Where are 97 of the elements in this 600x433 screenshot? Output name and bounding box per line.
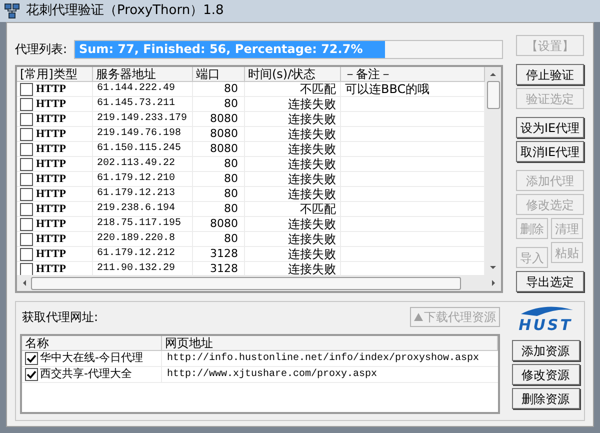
table-cell: 211.90.132.29 bbox=[97, 263, 176, 274]
scroll-thumb[interactable] bbox=[486, 81, 500, 109]
table-cell: 连接失败 bbox=[288, 247, 336, 261]
table-cell: 8080 bbox=[210, 142, 238, 155]
table-cell: 连接失败 bbox=[288, 127, 336, 141]
up-triangle-icon bbox=[414, 313, 424, 321]
table-cell: 连接失败 bbox=[288, 262, 336, 276]
source-label: 获取代理网址: bbox=[22, 309, 98, 326]
table-cell: HTTP bbox=[36, 217, 66, 231]
source-button[interactable]: 修改资源 bbox=[512, 364, 580, 385]
checked-checkbox[interactable] bbox=[25, 352, 38, 365]
side-button[interactable]: 停止验证 bbox=[516, 64, 584, 85]
table-cell: 连接失败 bbox=[288, 217, 336, 231]
table-cell: 80 bbox=[224, 187, 238, 200]
checkbox[interactable] bbox=[20, 98, 33, 110]
table-cell: 连接失败 bbox=[288, 97, 336, 111]
column-header[interactable]: 端口 bbox=[193, 67, 245, 82]
table-cell: 连接失败 bbox=[288, 232, 336, 246]
horizontal-scrollbar[interactable] bbox=[17, 275, 501, 291]
table-cell: HTTP bbox=[36, 142, 66, 156]
table-cell: 连接失败 bbox=[288, 142, 336, 156]
checkbox[interactable] bbox=[20, 158, 33, 170]
table-cell: HTTP bbox=[36, 247, 66, 261]
side-button[interactable]: 设为IE代理 bbox=[516, 117, 584, 138]
checkbox[interactable] bbox=[20, 172, 33, 186]
checkbox[interactable] bbox=[20, 232, 33, 246]
table-cell: 61.145.73.211 bbox=[97, 98, 176, 109]
table-cell: HTTP bbox=[36, 127, 66, 141]
source-button[interactable]: 删除资源 bbox=[512, 388, 580, 409]
table-cell: HTTP bbox=[36, 97, 66, 111]
checkbox[interactable] bbox=[20, 262, 33, 276]
table-cell: HTTP bbox=[36, 112, 66, 126]
table-cell: 219.149.233.179 bbox=[97, 113, 188, 124]
table-cell: 连接失败 bbox=[288, 172, 336, 186]
table-cell: 61.144.222.49 bbox=[97, 83, 176, 94]
side-button[interactable]: 取消IE代理 bbox=[516, 141, 584, 162]
progress-text: Sum: 77, Finished: 56, Percentage: 72.7% bbox=[79, 40, 363, 58]
table-cell: 219.238.6.194 bbox=[97, 203, 176, 214]
logo: HUST bbox=[514, 304, 577, 336]
table-cell: 80 bbox=[224, 82, 238, 95]
table-cell: 202.113.49.22 bbox=[97, 158, 176, 169]
table-cell: HTTP bbox=[36, 82, 66, 96]
list-label: 代理列表: bbox=[15, 41, 68, 58]
table-cell: 61.150.115.245 bbox=[97, 143, 182, 154]
table-cell: 80 bbox=[224, 97, 238, 110]
table-cell: 可以连BBC的哦 bbox=[345, 82, 430, 96]
source-button[interactable]: 添加资源 bbox=[512, 340, 580, 361]
table-cell: 80 bbox=[224, 202, 238, 215]
window-title: 花刺代理验证（ProxyThorn）1.8 bbox=[26, 2, 224, 20]
table-cell-text: 华中大在线-今日代理 bbox=[40, 350, 143, 366]
column-header[interactable]: －备注－ bbox=[341, 67, 485, 82]
table-cell: 3128 bbox=[210, 262, 238, 275]
column-header[interactable]: 服务器地址 bbox=[93, 67, 193, 82]
table-cell: HTTP bbox=[36, 202, 66, 216]
checkbox[interactable] bbox=[20, 142, 33, 156]
side-button[interactable]: 导出选定 bbox=[516, 271, 584, 292]
table-cell: 80 bbox=[224, 157, 238, 170]
column-header[interactable]: 网页地址 bbox=[162, 336, 498, 351]
table-cell: HTTP bbox=[36, 232, 66, 246]
table-cell: 80 bbox=[224, 232, 238, 245]
table-cell: 8080 bbox=[210, 112, 238, 125]
table-cell: HTTP bbox=[36, 157, 66, 171]
table-cell: 61.179.12.213 bbox=[97, 188, 176, 199]
table-cell: 8080 bbox=[210, 217, 238, 230]
network-icon bbox=[4, 3, 20, 19]
table-cell-text: 西交共享-代理大全 bbox=[40, 366, 132, 382]
checkbox[interactable] bbox=[20, 82, 33, 96]
table-cell: 61.179.12.210 bbox=[97, 173, 176, 184]
table-cell-text: http://www.xjtushare.com/proxy.aspx bbox=[167, 368, 378, 382]
table-cell: 连接失败 bbox=[288, 157, 336, 171]
table-cell: HTTP bbox=[36, 187, 66, 201]
table-cell: 219.149.76.198 bbox=[97, 128, 182, 139]
table-cell-text: http://info.hustonline.net/info/index/proxyshow.aspx bbox=[167, 352, 480, 366]
table-cell: 3128 bbox=[210, 247, 238, 260]
column-header[interactable]: 时间(s)/状态 bbox=[245, 67, 341, 82]
column-header[interactable]: [常用]类型 bbox=[17, 67, 93, 82]
checkbox[interactable] bbox=[20, 112, 33, 126]
checked-checkbox[interactable] bbox=[25, 368, 38, 381]
table-cell: 不匹配 bbox=[300, 82, 336, 96]
table-cell: 80 bbox=[224, 172, 238, 185]
checkbox[interactable] bbox=[20, 128, 33, 140]
table-cell: 220.189.220.8 bbox=[97, 233, 176, 244]
table-cell: 218.75.117.195 bbox=[97, 218, 182, 229]
scroll-thumb[interactable] bbox=[31, 276, 461, 290]
checkbox[interactable] bbox=[20, 218, 33, 230]
checkbox[interactable] bbox=[20, 248, 33, 260]
vertical-scrollbar[interactable] bbox=[485, 67, 501, 275]
checkbox[interactable] bbox=[20, 188, 33, 200]
table-cell: 不匹配 bbox=[300, 202, 336, 216]
table-cell: 连接失败 bbox=[288, 187, 336, 201]
checkbox[interactable] bbox=[20, 202, 33, 216]
table-cell: 连接失败 bbox=[288, 112, 336, 126]
table-cell: 8080 bbox=[210, 127, 238, 140]
table-cell: HTTP bbox=[36, 262, 66, 276]
table-cell: HTTP bbox=[36, 172, 66, 186]
table-cell: 61.179.12.212 bbox=[97, 248, 176, 259]
column-header[interactable]: 名称 bbox=[22, 336, 162, 351]
